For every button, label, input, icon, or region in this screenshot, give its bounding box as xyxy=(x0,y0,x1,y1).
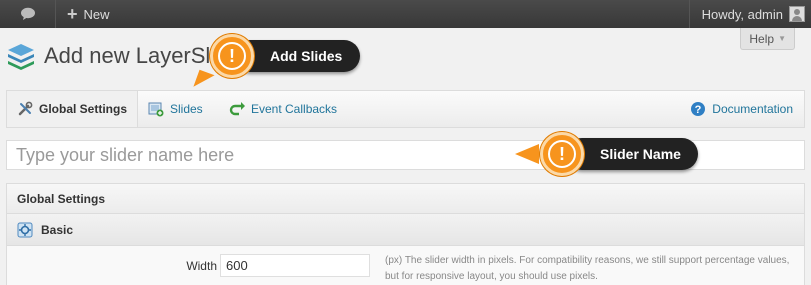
account-menu[interactable]: Howdy, admin xyxy=(688,0,811,28)
add-slides-callout-label: Add Slides xyxy=(270,48,343,64)
slider-name-callout: Slider Name xyxy=(566,138,698,170)
section-basic[interactable]: Basic xyxy=(7,214,804,246)
howdy-label: Howdy, admin xyxy=(701,6,783,22)
new-label: New xyxy=(83,6,110,22)
new-content-button[interactable]: + New xyxy=(57,0,110,28)
speech-bubble-icon xyxy=(20,7,35,20)
width-setting-row: Width (px) The slider width in pixels. F… xyxy=(7,246,804,285)
tab-slides-label: Slides xyxy=(170,102,203,116)
plus-icon: + xyxy=(67,4,78,24)
slider-name-callout-label: Slider Name xyxy=(600,146,681,162)
slider-name-pointer xyxy=(515,144,539,164)
panel-title: Global Settings xyxy=(17,191,106,206)
avatar xyxy=(789,6,805,22)
tab-global-settings[interactable]: Global Settings xyxy=(7,91,138,127)
width-label: Width xyxy=(186,259,217,273)
help-label: Help xyxy=(749,31,775,46)
callback-arrow-icon xyxy=(229,102,245,116)
tab-event-callbacks-label: Event Callbacks xyxy=(251,102,338,116)
panel-header: Global Settings xyxy=(7,184,804,214)
width-description: (px) The slider width in pixels. For com… xyxy=(385,255,790,282)
layerslider-logo-icon xyxy=(8,44,34,70)
basic-settings-icon xyxy=(17,222,33,237)
page-title: Add new LayerSlider xyxy=(44,43,224,68)
width-field[interactable] xyxy=(220,254,370,277)
settings-tabs: Global Settings Slides Event Callbacks ?… xyxy=(6,90,805,128)
alert-icon: ! xyxy=(218,42,246,70)
settings-panel: Global Settings Basic Width (px) The sli… xyxy=(6,183,805,285)
add-slides-pointer xyxy=(193,69,215,93)
tab-event-callbacks[interactable]: Event Callbacks xyxy=(229,91,337,127)
comments-button[interactable] xyxy=(0,0,56,28)
svg-text:?: ? xyxy=(695,104,702,116)
help-button[interactable]: Help ▼ xyxy=(740,28,795,50)
tools-icon xyxy=(18,101,33,116)
documentation-link[interactable]: ? Documentation xyxy=(690,91,793,127)
slider-name-badge: ! xyxy=(540,132,584,176)
slides-add-icon xyxy=(148,102,164,117)
alert-icon: ! xyxy=(548,140,576,168)
add-slides-badge: ! xyxy=(210,34,254,78)
admin-bar: + New Howdy, admin xyxy=(0,0,811,28)
tab-global-settings-label: Global Settings xyxy=(39,102,128,116)
section-basic-label: Basic xyxy=(41,222,74,237)
tab-slides[interactable]: Slides xyxy=(148,91,203,127)
documentation-label: Documentation xyxy=(712,102,793,116)
caret-down-icon: ▼ xyxy=(778,34,786,43)
help-circle-icon: ? xyxy=(691,102,706,116)
